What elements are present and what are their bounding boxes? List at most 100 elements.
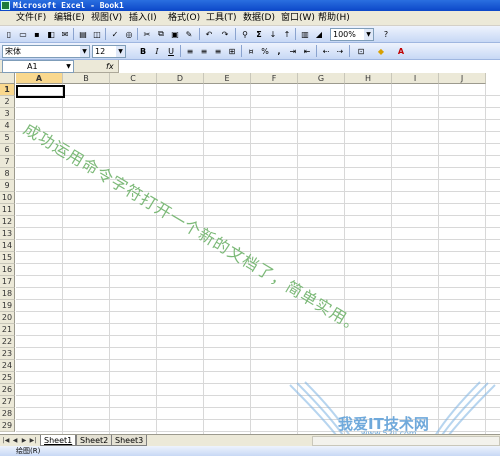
- open-icon[interactable]: ▭: [17, 28, 29, 40]
- column-header-j[interactable]: J: [439, 73, 486, 84]
- row-header-4[interactable]: 4: [0, 120, 15, 132]
- sheet-tab-1[interactable]: Sheet1: [40, 435, 77, 446]
- column-header-c[interactable]: C: [110, 73, 157, 84]
- format-painter-icon[interactable]: ✎: [183, 28, 195, 40]
- borders-icon[interactable]: ⊡: [355, 45, 367, 57]
- first-sheet-icon[interactable]: |◀: [2, 436, 10, 446]
- chevron-down-icon[interactable]: ▼: [116, 46, 125, 57]
- drawing-icon[interactable]: ◢: [313, 28, 325, 40]
- row-header-7[interactable]: 7: [0, 156, 15, 168]
- italic-button[interactable]: I: [151, 45, 163, 57]
- sort-ascending-icon[interactable]: ↓: [267, 28, 279, 40]
- row-header-24[interactable]: 24: [0, 360, 15, 372]
- increase-decimal-icon[interactable]: ⇥: [287, 45, 299, 57]
- column-header-f[interactable]: F: [251, 73, 298, 84]
- sort-descending-icon[interactable]: ↑: [281, 28, 293, 40]
- row-header-27[interactable]: 27: [0, 396, 15, 408]
- currency-icon[interactable]: ¤: [245, 45, 257, 57]
- research-icon[interactable]: ◎: [123, 28, 135, 40]
- bold-button[interactable]: B: [137, 45, 149, 57]
- row-header-17[interactable]: 17: [0, 276, 15, 288]
- row-header-10[interactable]: 10: [0, 192, 15, 204]
- horizontal-scrollbar[interactable]: [312, 436, 500, 446]
- last-sheet-icon[interactable]: ▶|: [29, 436, 37, 446]
- row-header-21[interactable]: 21: [0, 324, 15, 336]
- menu-format[interactable]: 格式(O): [168, 11, 200, 26]
- menu-tools[interactable]: 工具(T): [206, 11, 237, 26]
- print-preview-icon[interactable]: ◫: [91, 28, 103, 40]
- column-header-i[interactable]: I: [392, 73, 439, 84]
- row-header-20[interactable]: 20: [0, 312, 15, 324]
- row-header-2[interactable]: 2: [0, 96, 15, 108]
- row-header-28[interactable]: 28: [0, 408, 15, 420]
- row-header-14[interactable]: 14: [0, 240, 15, 252]
- chevron-down-icon[interactable]: ▼: [364, 29, 373, 40]
- prev-sheet-icon[interactable]: ◀: [11, 436, 19, 446]
- print-icon[interactable]: ▤: [77, 28, 89, 40]
- row-header-29[interactable]: 29: [0, 420, 15, 432]
- row-header-5[interactable]: 5: [0, 132, 15, 144]
- row-header-11[interactable]: 11: [0, 204, 15, 216]
- menu-insert[interactable]: 插入(I): [129, 11, 157, 26]
- fx-icon[interactable]: fx: [106, 60, 114, 73]
- merge-center-icon[interactable]: ⊞: [226, 45, 238, 57]
- menu-view[interactable]: 视图(V): [91, 11, 122, 26]
- title-bar[interactable]: Microsoft Excel - Book1: [0, 0, 500, 11]
- next-sheet-icon[interactable]: ▶: [20, 436, 28, 446]
- fill-color-icon[interactable]: ◆: [375, 45, 387, 57]
- menu-edit[interactable]: 编辑(E): [54, 11, 85, 26]
- zoom-select[interactable]: 100% ▼: [330, 28, 374, 41]
- column-header-e[interactable]: E: [204, 73, 251, 84]
- column-header-b[interactable]: B: [63, 73, 110, 84]
- menu-help[interactable]: 帮助(H): [318, 11, 350, 26]
- column-header-g[interactable]: G: [298, 73, 345, 84]
- align-right-icon[interactable]: ≡: [212, 45, 224, 57]
- chevron-down-icon[interactable]: ▼: [64, 61, 73, 72]
- chart-wizard-icon[interactable]: ▥: [299, 28, 311, 40]
- increase-indent-icon[interactable]: ⇢: [334, 45, 346, 57]
- align-left-icon[interactable]: ≡: [184, 45, 196, 57]
- comma-style-button[interactable]: ,: [273, 45, 285, 57]
- menu-data[interactable]: 数据(D): [243, 11, 275, 26]
- cut-icon[interactable]: ✂: [141, 28, 153, 40]
- row-header-1[interactable]: 1: [0, 84, 15, 96]
- menu-file[interactable]: 文件(F): [16, 11, 46, 26]
- align-center-icon[interactable]: ≡: [198, 45, 210, 57]
- permission-icon[interactable]: ◧: [45, 28, 57, 40]
- row-header-25[interactable]: 25: [0, 372, 15, 384]
- row-header-3[interactable]: 3: [0, 108, 15, 120]
- name-box[interactable]: A1 ▼: [2, 60, 74, 73]
- column-header-a[interactable]: A: [16, 73, 63, 84]
- hyperlink-icon[interactable]: ⚲: [239, 28, 251, 40]
- email-icon[interactable]: ✉: [59, 28, 71, 40]
- chevron-down-icon[interactable]: ▼: [80, 46, 89, 57]
- row-header-15[interactable]: 15: [0, 252, 15, 264]
- formula-input[interactable]: [118, 60, 500, 73]
- row-header-22[interactable]: 22: [0, 336, 15, 348]
- row-header-13[interactable]: 13: [0, 228, 15, 240]
- decrease-decimal-icon[interactable]: ⇤: [301, 45, 313, 57]
- row-header-9[interactable]: 9: [0, 180, 15, 192]
- undo-icon[interactable]: ↶: [203, 28, 215, 40]
- active-cell-a1[interactable]: [16, 85, 65, 98]
- save-icon[interactable]: ▪: [31, 28, 43, 40]
- column-header-h[interactable]: H: [345, 73, 392, 84]
- row-header-18[interactable]: 18: [0, 288, 15, 300]
- sheet-tab-3[interactable]: Sheet3: [111, 435, 148, 446]
- help-icon[interactable]: ?: [380, 28, 392, 40]
- row-header-16[interactable]: 16: [0, 264, 15, 276]
- spelling-icon[interactable]: ✓: [109, 28, 121, 40]
- percent-button[interactable]: %: [259, 45, 271, 57]
- decrease-indent-icon[interactable]: ⇠: [320, 45, 332, 57]
- autosum-button[interactable]: Σ: [253, 28, 265, 40]
- row-header-8[interactable]: 8: [0, 168, 15, 180]
- select-all-corner[interactable]: [0, 73, 15, 84]
- column-header-d[interactable]: D: [157, 73, 204, 84]
- font-color-icon[interactable]: A: [395, 45, 407, 57]
- copy-icon[interactable]: ⧉: [155, 28, 167, 40]
- font-size-select[interactable]: 12 ▼: [92, 45, 126, 58]
- row-header-12[interactable]: 12: [0, 216, 15, 228]
- underline-button[interactable]: U: [165, 45, 177, 57]
- row-header-19[interactable]: 19: [0, 300, 15, 312]
- paste-icon[interactable]: ▣: [169, 28, 181, 40]
